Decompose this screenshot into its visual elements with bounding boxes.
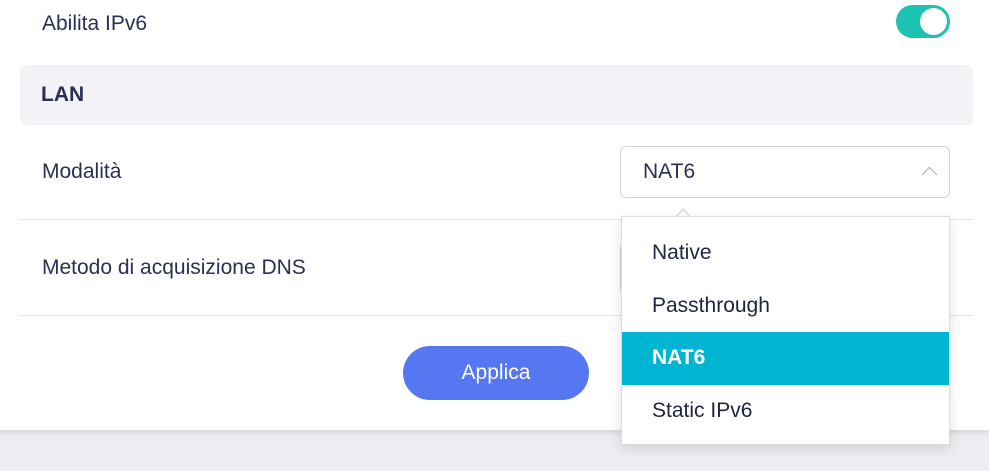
mode-option-native[interactable]: Native: [622, 227, 949, 280]
mode-select-value: NAT6: [643, 160, 696, 183]
ipv6-enable-label: Abilita IPv6: [42, 12, 148, 35]
ipv6-toggle[interactable]: [896, 5, 950, 38]
chevron-up-icon: [921, 166, 938, 183]
mode-option-nat6[interactable]: NAT6: [622, 332, 949, 385]
mode-dropdown-menu: Native Passthrough NAT6 Static IPv6: [621, 216, 950, 445]
mode-option-passthrough[interactable]: Passthrough: [622, 280, 949, 333]
lan-section-title: LAN: [41, 83, 85, 106]
lan-section-header: LAN: [20, 65, 973, 125]
dns-method-label: Metodo di acquisizione DNS: [42, 256, 306, 279]
mode-option-static-ipv6[interactable]: Static IPv6: [622, 385, 949, 438]
mode-label: Modalità: [42, 160, 122, 183]
mode-select[interactable]: NAT6: [620, 146, 950, 198]
apply-button[interactable]: Applica: [403, 346, 589, 400]
toggle-knob: [920, 8, 947, 35]
